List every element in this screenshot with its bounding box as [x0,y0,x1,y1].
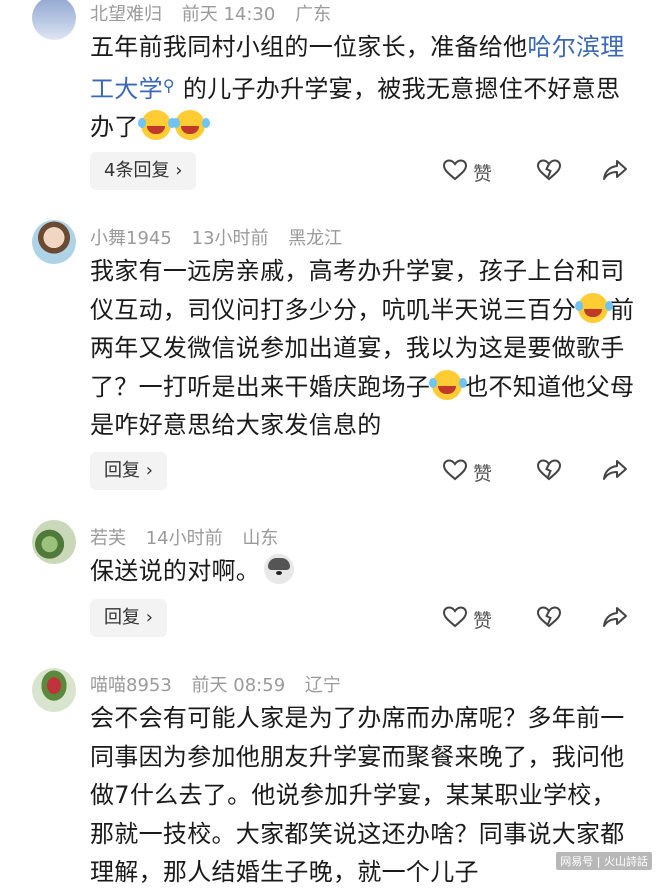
like-label[interactable]: 赞 [473,159,492,186]
user-avatar[interactable] [32,220,76,264]
comment-text: 我家有一远房亲戚，高考办升学宴，孩子上台和司仪互动，司仪问打多少分，吭叽半天说三… [90,257,635,439]
timestamp: 14小时前 [145,528,223,549]
comment-text: 五年前我同村小组的一位家长，准备给他哈尔滨理工大学⚲ 的儿子办升学宴，被我无意摁… [90,33,625,141]
share-icon[interactable] [602,605,628,629]
comment-text: 保送说的对啊。 [90,552,638,591]
timestamp: 13小时前 [191,228,269,249]
comment-actions: 赞 [440,599,630,637]
comment-actions: 赞 [440,152,630,190]
comment-meta: 若芙 14小时前 山东 [90,524,292,550]
timestamp: 前天 08:59 [191,675,286,696]
user-avatar[interactable] [32,668,76,712]
laugh-cry-emoji [575,292,608,323]
username[interactable]: 喵喵8953 [90,675,172,696]
dislike-icon[interactable] [536,605,562,629]
view-replies-button[interactable]: 4条回复 › [90,152,197,190]
laugh-cry-emoji [171,110,205,140]
share-icon[interactable] [602,158,628,182]
user-avatar[interactable] [32,0,76,40]
reply-button[interactable]: 回复 › [90,452,167,490]
username[interactable]: 北望难归 [90,4,162,25]
like-label[interactable]: 赞 [473,459,492,486]
comment-actions: 赞 [440,452,630,490]
watermark: 网易号 | 火山詩話 [556,852,652,870]
chevron-right-icon: › [175,160,183,181]
like-label[interactable]: 赞 [473,606,492,633]
like-icon[interactable] [442,458,468,482]
dog-emoji [264,554,295,584]
share-icon[interactable] [602,458,628,482]
comment-meta: 喵喵8953 前天 08:59 辽宁 [90,671,355,697]
laugh-cry-emoji [429,369,463,400]
location: 山东 [242,528,279,549]
like-icon[interactable] [442,158,468,182]
like-icon[interactable] [442,605,468,629]
user-avatar[interactable] [32,520,76,564]
username[interactable]: 小舞1945 [90,228,172,249]
location: 广东 [295,4,332,25]
location: 辽宁 [304,675,341,696]
location: 黑龙江 [288,228,343,249]
comment-meta: 小舞1945 13小时前 黑龙江 [90,224,356,250]
search-icon[interactable]: ⚲ [163,76,175,95]
dislike-icon[interactable] [536,458,562,482]
laugh-cry-emoji [137,110,171,140]
timestamp: 前天 14:30 [181,4,276,25]
username[interactable]: 若芙 [90,528,126,549]
dislike-icon[interactable] [536,158,562,182]
reply-button[interactable]: 回复 › [90,599,167,637]
chevron-right-icon: › [145,460,153,481]
comment-meta: 北望难归 前天 14:30 广东 [90,0,345,26]
chevron-right-icon: › [145,607,153,628]
